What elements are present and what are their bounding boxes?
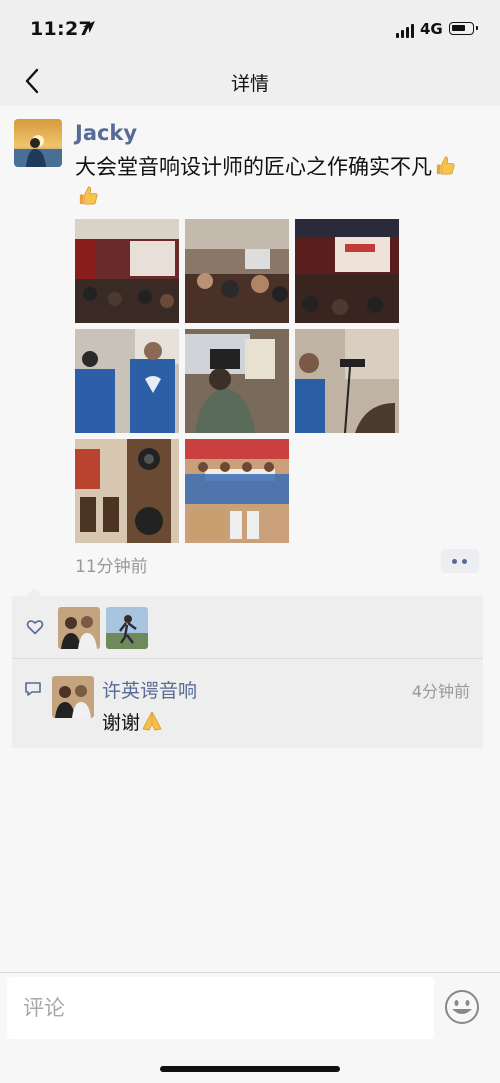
post-detail: Jacky 大会堂音响设计师的匠心之作确实不凡 11分钟前 许英谔音响 4分钟前…	[0, 106, 500, 972]
signal-icon	[396, 24, 416, 38]
liker-avatar[interactable]	[106, 607, 148, 649]
heart-icon	[26, 620, 44, 635]
divider	[12, 658, 483, 659]
post-photo[interactable]	[185, 219, 289, 323]
comment-time: 4分钟前	[411, 682, 470, 701]
battery-icon	[449, 22, 478, 35]
post-text: 大会堂音响设计师的匠心之作确实不凡	[75, 152, 480, 212]
smiley-icon[interactable]	[444, 989, 480, 1025]
comment-icon	[25, 682, 41, 696]
thumbs-up-emoji	[79, 186, 98, 205]
post-text-content: 大会堂音响设计师的匠心之作确实不凡	[75, 155, 432, 179]
author-avatar[interactable]	[14, 119, 62, 167]
post-photo[interactable]	[295, 329, 399, 433]
folded-hands-emoji	[142, 711, 162, 731]
commenter-avatar[interactable]	[52, 676, 94, 718]
more-dots-icon[interactable]	[441, 549, 479, 573]
page-title: 详情	[230, 73, 269, 95]
post-photo[interactable]	[295, 219, 399, 323]
network-type: 4G	[420, 20, 443, 38]
comment-input[interactable]: 评论	[7, 977, 434, 1039]
comment-text: 谢谢	[102, 708, 164, 735]
post-photo[interactable]	[185, 439, 289, 543]
comment-text-content: 谢谢	[102, 712, 141, 734]
panel-caret	[26, 588, 42, 596]
post-time: 11分钟前	[75, 557, 148, 577]
status-bar: 11:27 4G	[0, 0, 500, 56]
interaction-panel: 许英谔音响 4分钟前 谢谢	[12, 588, 483, 748]
post-photo[interactable]	[185, 329, 289, 433]
post-photo[interactable]	[75, 219, 179, 323]
likes-row	[12, 596, 483, 658]
post-photo[interactable]	[75, 329, 179, 433]
liker-avatar[interactable]	[58, 607, 100, 649]
home-indicator	[160, 1066, 340, 1072]
photo-grid	[75, 219, 400, 544]
thumbs-up-emoji	[436, 156, 455, 175]
location-arrow-icon	[83, 21, 95, 33]
commenter-name[interactable]: 许英谔音响	[102, 676, 197, 703]
author-name[interactable]: Jacky	[75, 121, 137, 145]
post-photo[interactable]	[75, 439, 179, 543]
nav-bar: 详情	[0, 56, 500, 106]
